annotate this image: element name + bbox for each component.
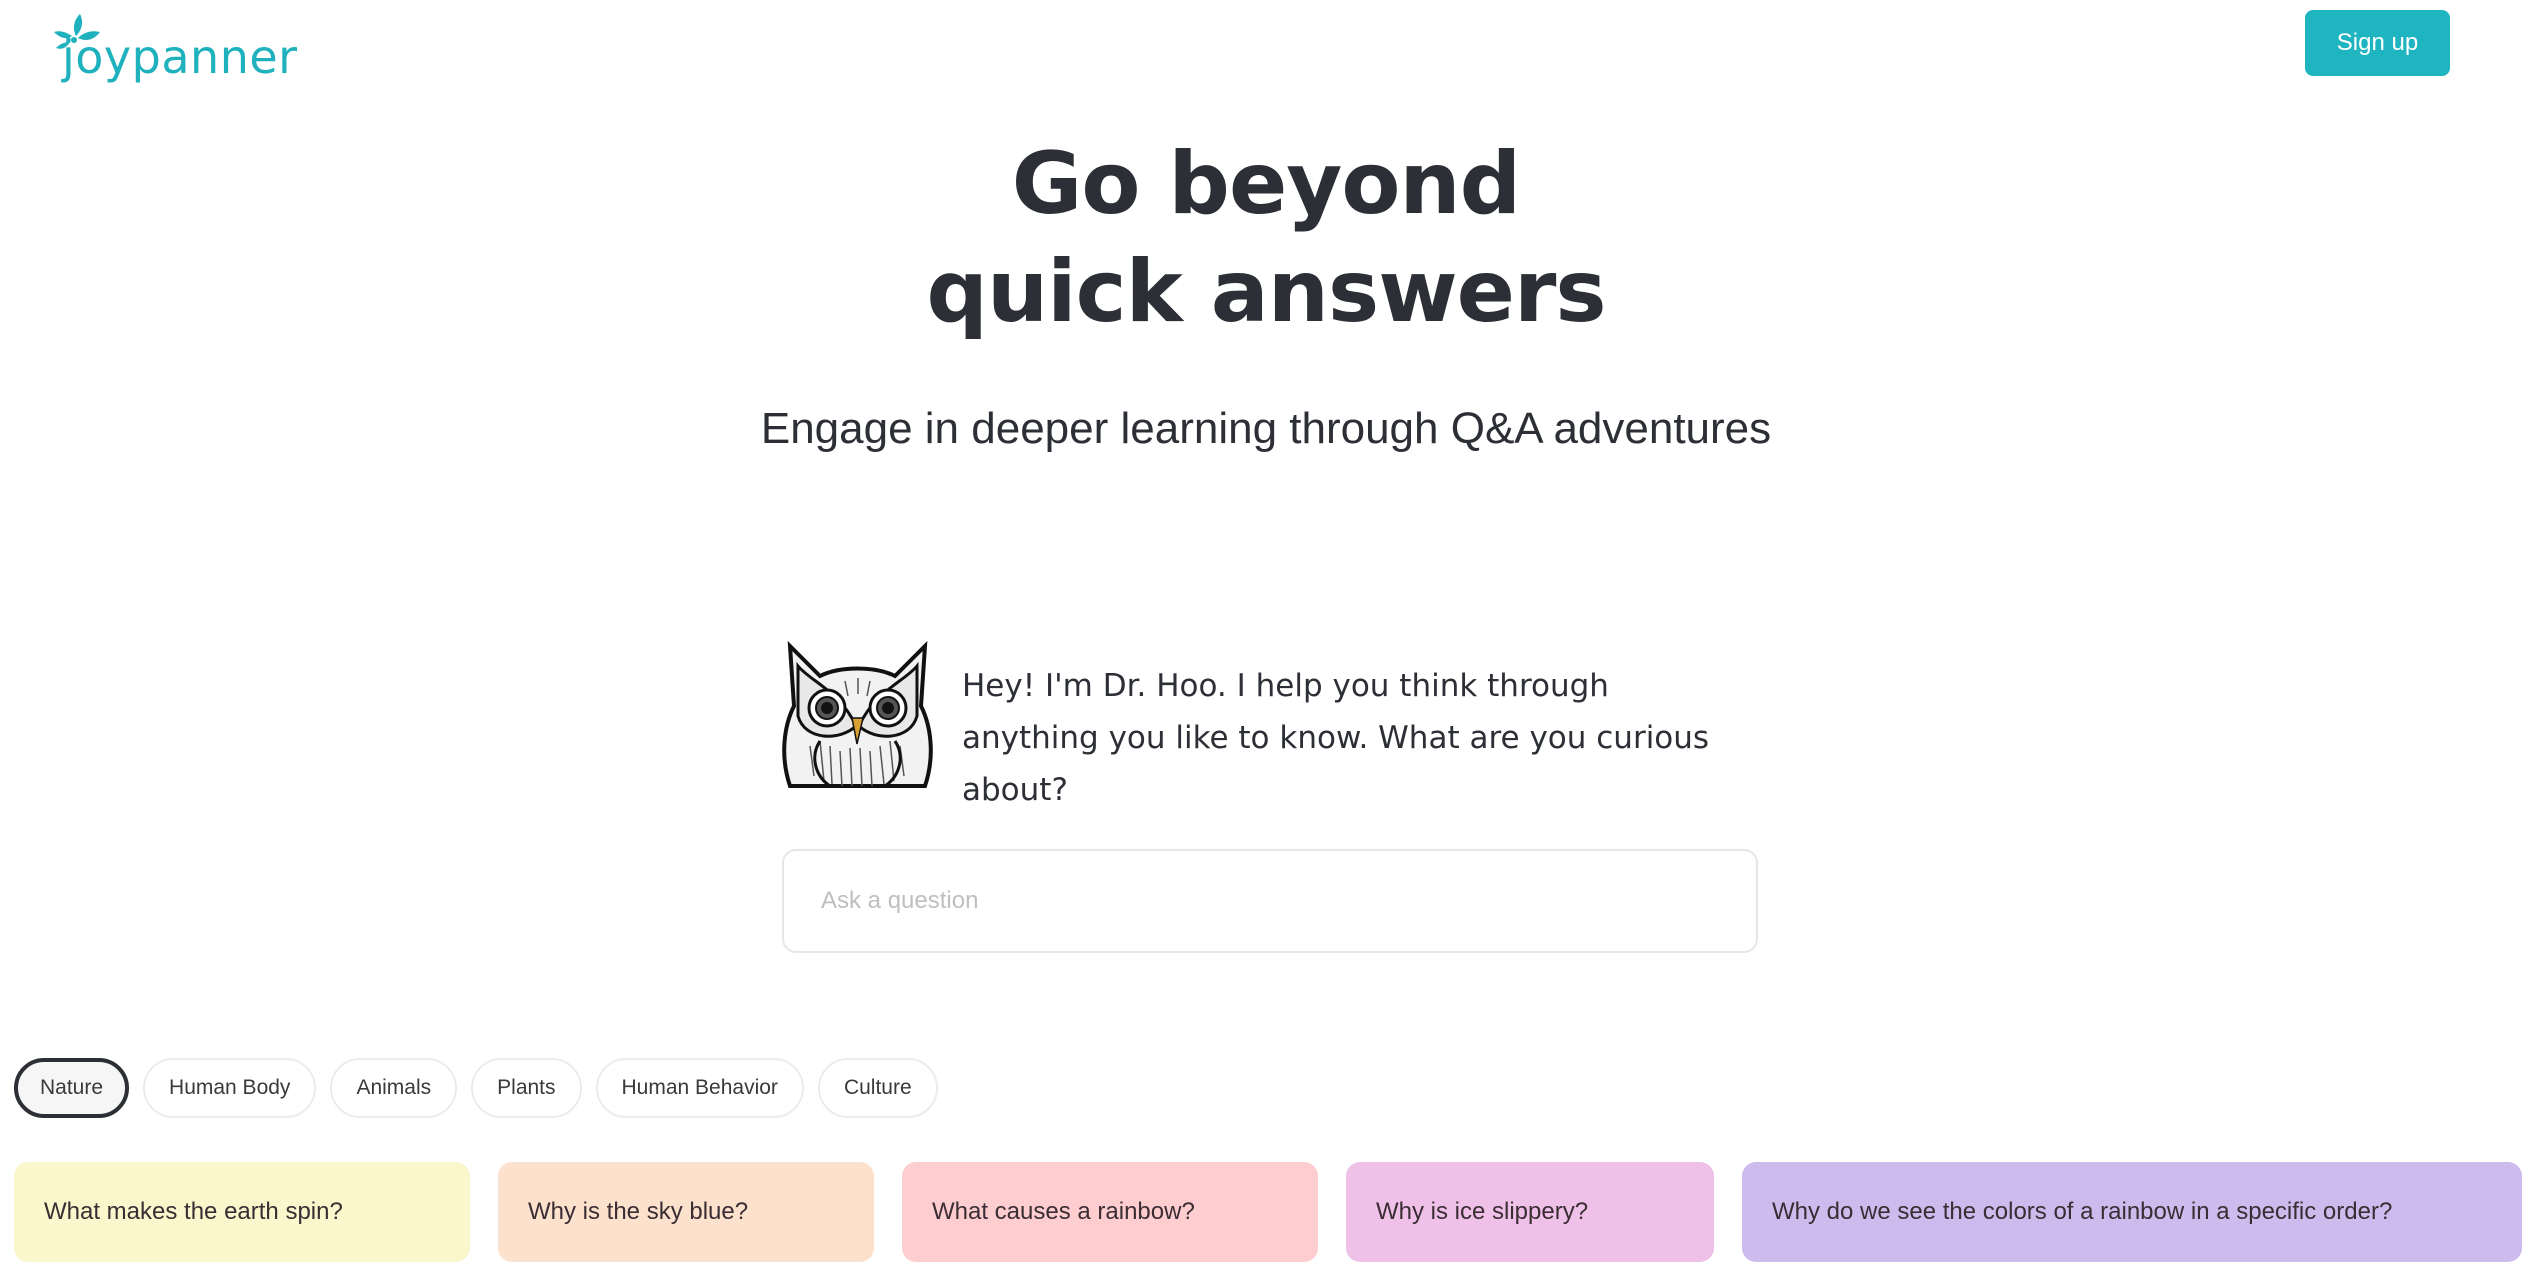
question-card[interactable]: Why is ice slippery? bbox=[1346, 1162, 1714, 1262]
ask-question-box bbox=[782, 849, 1758, 953]
category-chip-human-behavior[interactable]: Human Behavior bbox=[595, 1058, 804, 1118]
category-chip-nature[interactable]: Nature bbox=[14, 1058, 130, 1118]
category-chip-plants[interactable]: Plants bbox=[471, 1058, 582, 1118]
ask-question-input[interactable] bbox=[784, 851, 1756, 951]
owl-icon bbox=[782, 640, 933, 788]
category-chip-animals[interactable]: Animals bbox=[330, 1058, 458, 1118]
question-cards: What makes the earth spin? Why is the sk… bbox=[14, 1162, 2522, 1262]
leaf-logo-icon bbox=[54, 14, 100, 49]
question-card[interactable]: Why is the sky blue? bbox=[498, 1162, 874, 1262]
hero-subtitle: Engage in deeper learning through Q&A ad… bbox=[760, 404, 1772, 453]
category-chip-culture[interactable]: Culture bbox=[817, 1058, 938, 1118]
hero-title: Go beyond quick answers bbox=[0, 130, 2532, 346]
sign-up-button[interactable]: Sign up bbox=[2305, 10, 2450, 76]
question-card[interactable]: Why do we see the colors of a rainbow in… bbox=[1742, 1162, 2522, 1262]
question-card[interactable]: What causes a rainbow? bbox=[902, 1162, 1318, 1262]
hero-title-line-1: Go beyond bbox=[1011, 134, 1521, 234]
category-chips: Nature Human Body Animals Plants Human B… bbox=[14, 1058, 938, 1118]
assistant-intro-text: Hey! I'm Dr. Hoo. I help you think throu… bbox=[962, 668, 1710, 808]
hero-title-line-2: quick answers bbox=[926, 242, 1606, 342]
logo[interactable]: joypanner bbox=[52, 10, 298, 80]
category-chip-human-body[interactable]: Human Body bbox=[143, 1058, 317, 1118]
question-card[interactable]: What makes the earth spin? bbox=[14, 1162, 470, 1262]
